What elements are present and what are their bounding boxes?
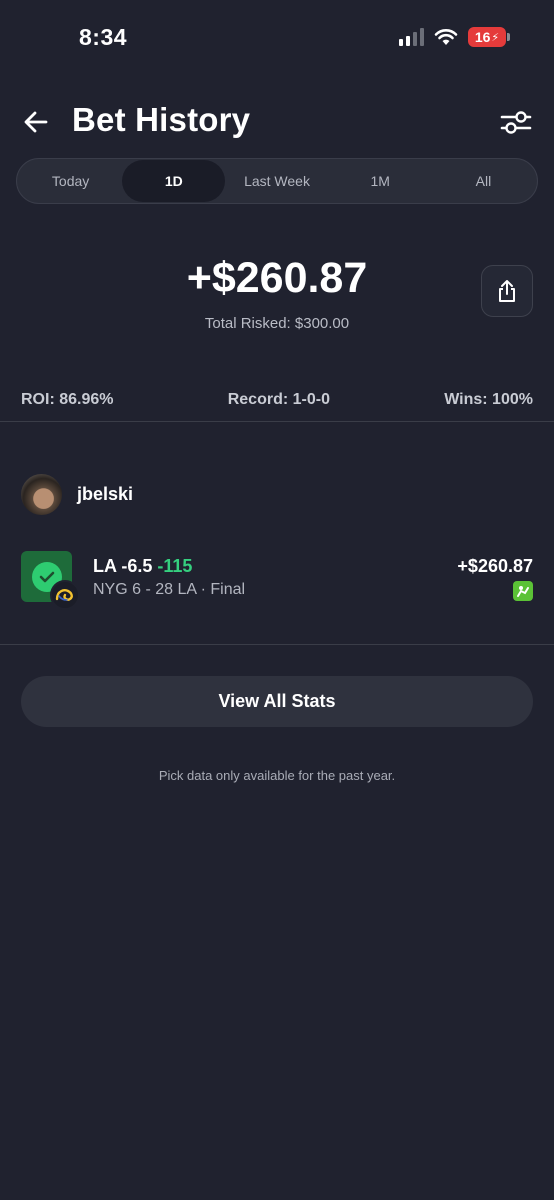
total-profit: +$260.87 (186, 254, 368, 302)
stats-row: ROI: 86.96% Record: 1-0-0 Wins: 100% (21, 391, 533, 409)
status-indicators: 16 ⚡ (399, 27, 510, 47)
tab-1d[interactable]: 1D (122, 160, 226, 202)
tab-all[interactable]: All (432, 160, 535, 202)
record-stat: Record: 1-0-0 (227, 391, 330, 408)
wins-stat: Wins: 100% (444, 391, 533, 408)
bet-history-screen: 8:34 16 ⚡ Bet History Today 1D Last Week… (0, 0, 554, 1200)
wifi-icon (434, 29, 458, 45)
bet-profit: +$260.87 (457, 556, 533, 576)
share-icon (499, 280, 515, 302)
charging-bolt-icon: ⚡ (491, 31, 500, 44)
divider (0, 421, 554, 422)
bet-line: LA -6.5 (93, 556, 153, 576)
footer-note: Pick data only available for the past ye… (158, 768, 396, 783)
page-title: Bet History (72, 101, 251, 138)
rams-logo-icon (50, 580, 80, 610)
tab-last-week[interactable]: Last Week (225, 160, 328, 202)
divider (0, 644, 554, 645)
battery-indicator: 16 ⚡ (468, 27, 510, 47)
share-button[interactable] (481, 265, 533, 317)
sportsbook-icon (513, 581, 533, 601)
cellular-signal-icon (399, 28, 424, 46)
period-tabs: Today 1D Last Week 1M All (16, 158, 538, 204)
filter-sliders-icon[interactable] (500, 108, 532, 136)
view-all-stats-button[interactable]: View All Stats (21, 676, 533, 727)
avatar[interactable] (21, 474, 62, 515)
roi-stat: ROI: 86.96% (21, 391, 114, 408)
battery-level: 16 (474, 29, 491, 45)
status-time: 8:34 (79, 24, 128, 50)
game-result: NYG 6 - 28 LA · Final (93, 581, 246, 598)
tab-1m[interactable]: 1M (329, 160, 432, 202)
bet-pick[interactable]: LA -6.5 -115 (93, 556, 192, 577)
username[interactable]: jbelski (77, 484, 133, 505)
total-risked: Total Risked: $300.00 (204, 315, 350, 332)
bet-odds: -115 (157, 556, 193, 576)
tab-today[interactable]: Today (19, 160, 122, 202)
back-arrow-icon[interactable] (22, 108, 50, 136)
